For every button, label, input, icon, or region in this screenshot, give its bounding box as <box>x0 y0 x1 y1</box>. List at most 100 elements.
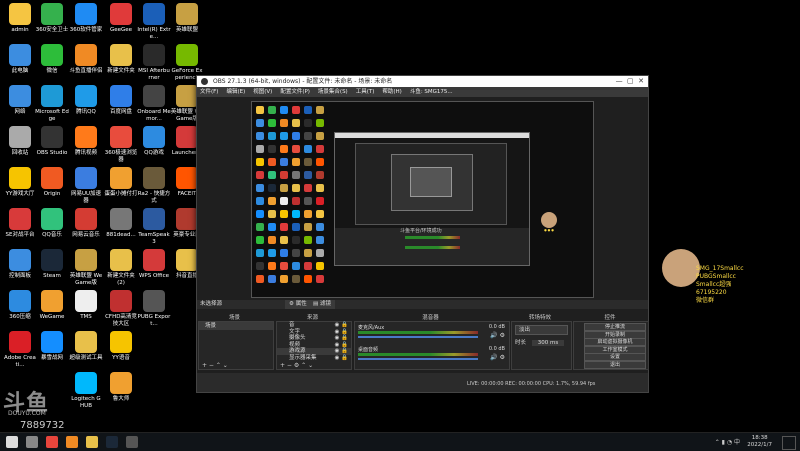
desktop-icon-label: 360软件管家 <box>69 27 103 33</box>
desktop-icon[interactable]: 百度网盘 <box>104 85 138 116</box>
desktop-icon[interactable]: 蛋蛋小摊付打 <box>104 167 138 198</box>
sources-dock-title: 来源 <box>306 315 318 321</box>
desktop-icon[interactable]: PUBG Export... <box>137 290 171 327</box>
menu-item[interactable]: 配置文件(P) <box>280 89 310 95</box>
transition-select[interactable]: 淡出 <box>515 325 568 335</box>
desktop-icon[interactable]: 英雄联盟 <box>170 3 204 34</box>
desktop-icon[interactable]: Microsoft Edge <box>35 85 69 122</box>
menu-item[interactable]: 文件(F) <box>200 89 218 95</box>
visibility-lock-icon[interactable]: ◉ 🔒 <box>335 355 348 362</box>
desktop-icon[interactable]: OBS Studio <box>35 126 69 157</box>
desktop-icon[interactable]: 英雄联盟 WeGame版 <box>69 249 103 286</box>
desktop-icon[interactable]: Adobe Creati... <box>3 331 37 368</box>
desktop-icon[interactable]: 控制面板 <box>3 249 37 280</box>
desktop-icon[interactable]: TeamSpeak 3 <box>137 208 171 245</box>
app-icon <box>41 85 63 107</box>
notification-button[interactable] <box>782 436 796 450</box>
desktop-icon[interactable]: 回收站 <box>3 126 37 157</box>
scene-item[interactable]: 场景 <box>199 322 273 330</box>
tray-icons[interactable]: ⌃ ▮ ◔ 中 <box>715 437 740 446</box>
taskbar-chrome-icon[interactable] <box>46 436 58 448</box>
sources-footer-buttons[interactable]: + − ⚙ ⌃ ⌄ <box>280 362 313 369</box>
desktop-icon[interactable]: Onboard Memor... <box>137 85 171 122</box>
desktop-icon[interactable]: 360安全卫士 <box>35 3 69 34</box>
desktop-icon[interactable]: CFHD高清竞技大区 <box>104 290 138 327</box>
desktop-icon[interactable]: 腾讯QQ <box>69 85 103 116</box>
desktop-icon[interactable]: YY语音 <box>104 331 138 362</box>
control-button[interactable]: 退出 <box>584 360 646 369</box>
taskbar-start-icon[interactable] <box>6 436 18 448</box>
filters-label: 滤镜 <box>319 301 331 307</box>
taskbar-search-icon[interactable] <box>26 436 38 448</box>
volume-slider[interactable] <box>358 358 478 360</box>
desktop-icon[interactable]: GeeGee <box>104 3 138 34</box>
properties-button[interactable]: ⚙ 属性 <box>285 300 311 309</box>
mute-settings-icon[interactable]: 🔊 ⚙ <box>490 354 505 361</box>
transition-duration-value[interactable]: 300 ms <box>531 340 565 346</box>
mute-settings-icon[interactable]: 🔊 ⚙ <box>490 332 505 339</box>
taskbar-explorer-icon[interactable] <box>86 436 98 448</box>
preview-icon <box>304 106 312 114</box>
obs-window[interactable]: OBS 27.1.3 (64-bit, windows) - 配置文件: 未命名… <box>196 75 649 393</box>
desktop-icon[interactable]: Steam <box>35 249 69 280</box>
desktop-icon[interactable]: 360压缩 <box>3 290 37 321</box>
taskbar-obs-icon[interactable] <box>126 436 138 448</box>
desktop-icon[interactable]: 360极速浏览器 <box>104 126 138 163</box>
preview-icon <box>268 197 276 205</box>
desktop-icon[interactable]: Logitech G HUB <box>69 372 103 409</box>
desktop-icon[interactable]: 鲁大师 <box>104 372 138 403</box>
desktop-icon[interactable]: 网易UU加速器 <box>69 167 103 204</box>
app-icon <box>75 208 97 230</box>
desktop-icon[interactable]: QQ音乐 <box>35 208 69 239</box>
preview-icon <box>268 184 276 192</box>
desktop-icon[interactable]: 360软件管家 <box>69 3 103 34</box>
menu-item[interactable]: 视图(V) <box>253 89 272 95</box>
volume-slider[interactable] <box>358 336 478 338</box>
desktop-icon[interactable]: Origin <box>35 167 69 198</box>
desktop-icon[interactable]: QQ游戏 <box>137 126 171 157</box>
desktop-icon[interactable]: MSI Afterburner <box>137 44 171 81</box>
taskbar-douyu-icon[interactable] <box>66 436 78 448</box>
desktop-icon[interactable]: 微信 <box>35 44 69 75</box>
preview-icon <box>292 184 300 192</box>
desktop-icon[interactable]: 斗鱼直播伴侣 <box>69 44 103 75</box>
desktop-icon[interactable]: 新建文件夹 (2) <box>104 249 138 286</box>
desktop-icon[interactable]: 881dead... <box>104 208 138 239</box>
desktop-icon[interactable]: 新建文件夹 <box>104 44 138 75</box>
desktop-icon[interactable]: 网易云音乐 <box>69 208 103 239</box>
clock[interactable]: 18:38 2022/1/7 <box>747 435 772 449</box>
menu-item[interactable]: 编辑(E) <box>226 89 245 95</box>
scenes-footer-buttons[interactable]: + − ⌃ ⌄ <box>202 362 228 369</box>
desktop-icon[interactable]: Intel(R) Extre... <box>137 3 171 40</box>
menu-item[interactable]: 工具(T) <box>356 89 375 95</box>
desktop-icon[interactable]: admin <box>3 3 37 34</box>
desktop-icon[interactable]: 腾讯视频 <box>69 126 103 157</box>
sticker-line: 67195220 <box>696 289 727 296</box>
filters-button[interactable]: ▤ 滤镜 <box>309 300 335 309</box>
app-icon <box>75 290 97 312</box>
desktop-icon[interactable]: 超级测试工具 <box>69 331 103 362</box>
desktop-icon[interactable]: TMS <box>69 290 103 321</box>
menu-item[interactable]: 斗鱼: SMG175... <box>410 89 453 95</box>
stream-preview[interactable]: 斗鱼平台/环境成功 ● ● ● <box>251 101 594 298</box>
desktop-icon[interactable]: WeGame <box>35 290 69 321</box>
desktop-icon[interactable]: 此电脑 <box>3 44 37 75</box>
window-controls[interactable]: — ▢ ✕ <box>616 76 644 87</box>
taskbar-steam-icon[interactable] <box>106 436 118 448</box>
desktop-icon[interactable]: SE对战平台 <box>3 208 37 239</box>
menu-item[interactable]: 场景集合(S) <box>318 89 348 95</box>
obs-titlebar[interactable]: OBS 27.1.3 (64-bit, windows) - 配置文件: 未命名… <box>197 76 648 87</box>
desktop-icon[interactable]: Ra2 - 快捷方式 <box>137 167 171 204</box>
transition-duration[interactable]: 时长 300 ms <box>515 338 568 346</box>
menu-item[interactable]: 帮助(H) <box>382 89 401 95</box>
source-item[interactable]: 显示器采集 ◉ 🔒 <box>277 355 351 362</box>
desktop-icon[interactable]: 网络 <box>3 85 37 116</box>
app-icon <box>75 331 97 353</box>
desktop-icon[interactable]: WPS Office <box>137 249 171 280</box>
preview-icon <box>292 171 300 179</box>
preview-icon <box>268 210 276 218</box>
preview-icon <box>316 236 324 244</box>
desktop-icon[interactable]: YY游戏大厅 <box>3 167 37 198</box>
desktop-icon[interactable]: 暴雪战网 <box>35 331 69 362</box>
sticker-line: Smallcc超强 <box>696 281 732 288</box>
